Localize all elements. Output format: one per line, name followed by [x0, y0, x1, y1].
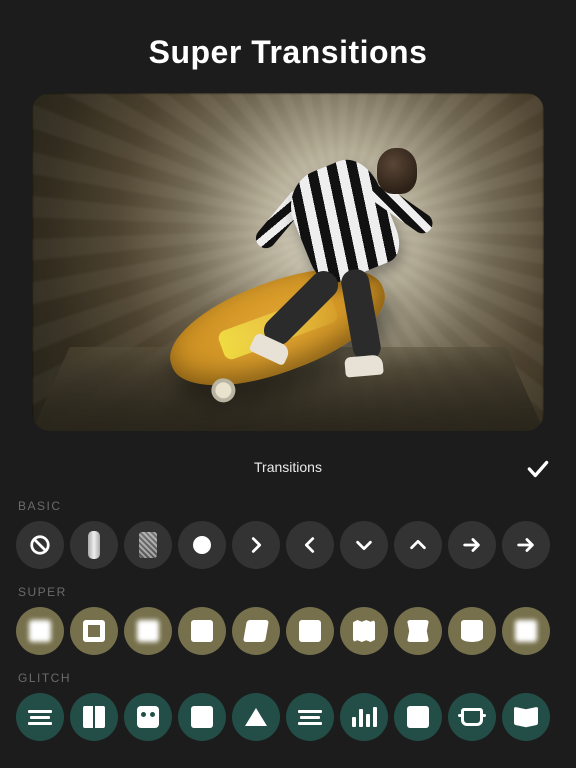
transition-bars[interactable]: [340, 693, 388, 741]
arrow-right-icon: [461, 534, 483, 556]
transition-vhs[interactable]: [448, 693, 496, 741]
chev-up-icon: [407, 534, 429, 556]
transition-card[interactable]: [286, 607, 334, 655]
transition-scanlines[interactable]: [16, 693, 64, 741]
transition-slide-left[interactable]: [286, 521, 334, 569]
transition-slide-down[interactable]: [340, 521, 388, 569]
transition-slide-up[interactable]: [394, 521, 442, 569]
transition-row-super[interactable]: [0, 607, 576, 655]
arrow-right-icon: [515, 534, 537, 556]
transition-squeeze[interactable]: [394, 607, 442, 655]
confirm-button[interactable]: [522, 453, 554, 485]
sq-tilt-icon: [243, 620, 269, 642]
transition-wipe[interactable]: [70, 521, 118, 569]
check-icon: [525, 456, 551, 482]
sq-blur-icon: [29, 620, 51, 642]
g-sheet-icon: [407, 706, 429, 728]
transition-flip[interactable]: [502, 693, 550, 741]
chev-right-icon: [245, 534, 267, 556]
transition-block[interactable]: [178, 693, 226, 741]
dot-icon: [193, 536, 211, 554]
transition-pop[interactable]: [178, 607, 226, 655]
transition-slide-right[interactable]: [232, 521, 280, 569]
dither-icon: [139, 532, 157, 558]
sq-blur-icon: [515, 620, 537, 642]
chev-down-icon: [353, 534, 375, 556]
transition-dissolve[interactable]: [124, 521, 172, 569]
transition-push-right-2[interactable]: [502, 521, 550, 569]
transition-fade[interactable]: [178, 521, 226, 569]
transition-row-basic[interactable]: [0, 521, 576, 569]
section-label-basic: BASIC: [0, 493, 576, 521]
sq-hcurve-icon: [461, 620, 483, 642]
transition-push-right[interactable]: [448, 521, 496, 569]
g-eq-icon: [352, 707, 377, 727]
transition-skew[interactable]: [232, 607, 280, 655]
transition-frame[interactable]: [70, 607, 118, 655]
transition-bend[interactable]: [448, 607, 496, 655]
preview-skater: [257, 154, 437, 374]
pill-icon: [88, 531, 100, 559]
sq-icon: [299, 620, 321, 642]
sq-icon: [191, 620, 213, 642]
transition-row-glitch[interactable]: [0, 693, 576, 741]
g-bars-icon: [28, 710, 52, 725]
page-title: Super Transitions: [0, 0, 576, 93]
sq-blur-icon: [137, 620, 159, 642]
transition-prism[interactable]: [232, 693, 280, 741]
g-tri-icon: [245, 708, 267, 726]
chev-left-icon: [299, 534, 321, 556]
transition-zoom-blur-2[interactable]: [124, 607, 172, 655]
section-label-super: SUPER: [0, 579, 576, 607]
panel-title: Transitions: [254, 459, 322, 475]
transition-none[interactable]: [16, 521, 64, 569]
ban-icon: [29, 534, 51, 556]
g-split-icon: [83, 706, 105, 728]
sq-vsq-icon: [407, 620, 429, 642]
transition-pixel-face[interactable]: [124, 693, 172, 741]
transition-split[interactable]: [70, 693, 118, 741]
transitions-panel: Transitions BASIC SUPER GLITCH: [0, 449, 576, 741]
transition-static[interactable]: [286, 693, 334, 741]
g-bars2-icon: [298, 710, 322, 725]
video-preview[interactable]: [32, 93, 544, 431]
g-box-icon: [461, 708, 483, 726]
transition-tear[interactable]: [394, 693, 442, 741]
g-flip-icon: [514, 708, 538, 726]
g-face-icon: [137, 706, 159, 728]
transition-soft[interactable]: [502, 607, 550, 655]
sq-ring-icon: [83, 620, 105, 642]
transition-wave[interactable]: [340, 607, 388, 655]
section-label-glitch: GLITCH: [0, 665, 576, 693]
g-sheet-icon: [191, 706, 213, 728]
transition-zoom-blur-1[interactable]: [16, 607, 64, 655]
sq-wav-icon: [353, 620, 375, 642]
